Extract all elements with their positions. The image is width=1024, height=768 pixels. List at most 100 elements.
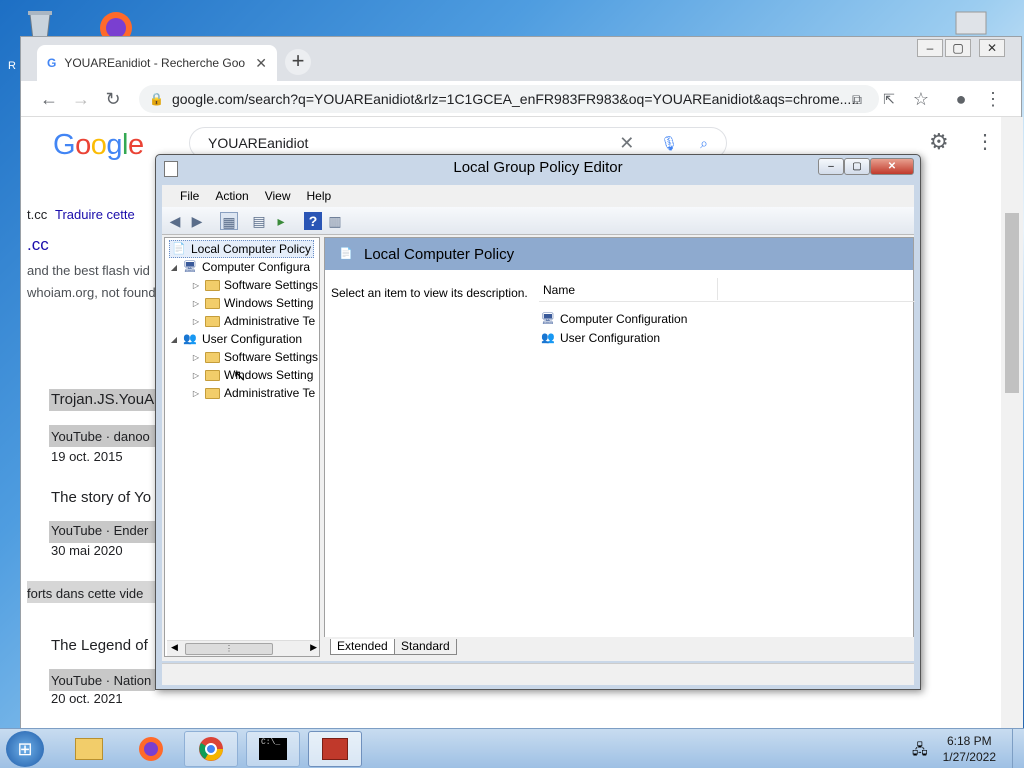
collapsed-arrow-icon[interactable]: ▷ [191,389,201,398]
menu-view[interactable]: View [257,189,299,203]
translate-link[interactable]: Traduire cette [55,207,135,222]
chrome-taskbar-icon[interactable] [184,731,238,767]
collapsed-arrow-icon[interactable]: ▷ [191,317,201,326]
tree-label: Computer Configura [202,260,311,274]
scrollbar-thumb[interactable]: ⋮ [185,643,273,655]
tree-item-user-configuration[interactable]: ◢ 👥 User Configuration [169,330,302,348]
video-meta: YouTube · Nation [51,673,152,688]
tree-root-item[interactable]: 📄 Local Computer Policy [169,240,315,258]
folder-icon [205,387,220,399]
tree-label: Software Settings [224,350,319,364]
profile-avatar-icon[interactable]: ● [949,87,973,111]
clock-time: 6:18 PM [946,734,992,748]
folder-icon [205,369,220,381]
user-icon: 👥 [183,332,197,345]
browser-tab[interactable]: G YOUAREanidiot - Recherche Goo ✕ [37,45,277,81]
help-icon[interactable]: ? [304,212,322,230]
bookmark-star-icon[interactable]: ☆ [909,87,933,111]
tab-extended[interactable]: Extended [330,639,395,655]
video-title[interactable]: The story of Yo [51,489,151,506]
collapsed-arrow-icon[interactable]: ▷ [191,299,201,308]
tree-item-software-settings[interactable]: ▷ Software Settings [191,348,318,366]
reload-icon[interactable]: ↻ [101,87,125,111]
microphone-icon[interactable]: 🎙 [660,135,678,152]
network-tray-icon[interactable]: 🖧 [912,739,928,763]
address-bar[interactable]: 🔒 google.com/search?q=YOUAREanidiot&rlz=… [139,85,879,113]
search-query: YOUAREanidiot [208,135,309,151]
list-item-computer-configuration[interactable]: 🖥 Computer Configuration [541,312,687,326]
tree-item-computer-configuration[interactable]: ◢ 🖥 Computer Configura [169,258,310,276]
column-header-name[interactable]: Name [539,278,915,302]
video-date: 20 oct. 2021 [51,691,123,706]
expanded-arrow-icon[interactable]: ◢ [169,263,179,272]
menu-kebab-icon[interactable]: ⋮ [981,87,1005,111]
page-scrollbar[interactable] [1001,117,1023,733]
scroll-right-icon[interactable]: ▶ [310,642,317,653]
result-cite[interactable]: t.cc [27,207,47,222]
settings-gear-icon[interactable]: ⚙ [929,129,949,155]
forward-icon[interactable]: ▶ [188,212,206,230]
command-prompt-icon[interactable]: C:\_ [246,731,300,767]
tree-item-administrative-templates[interactable]: ▷ Administrative Te [191,312,315,330]
policy-document-icon: 📄 [172,242,186,255]
video-title[interactable]: Trojan.JS.YouA [51,391,154,408]
clear-search-icon[interactable]: ✕ [619,133,634,154]
computer-icon: 🖥 [541,312,555,325]
export-list-icon[interactable]: ▸ [272,212,290,230]
tree-item-windows-settings[interactable]: ▷ Windows Setting [191,366,313,384]
show-desktop-button[interactable] [1012,729,1024,768]
back-icon[interactable]: ◀ [166,212,184,230]
back-icon[interactable]: ← [37,87,61,111]
start-button[interactable]: ⊞ [6,731,44,767]
apps-grid-icon[interactable]: ⋮⋮ [975,129,1001,154]
system-clock[interactable]: 6:18 PM 1/27/2022 [943,733,996,765]
tree-horizontal-scrollbar[interactable]: ◀ ⋮ ▶ [167,640,319,656]
collapsed-arrow-icon[interactable]: ▷ [191,353,201,362]
action-pane-icon[interactable]: ▥ [326,212,344,230]
details-title: Local Computer Policy [364,245,515,263]
translate-icon[interactable]: ⧉ [845,87,869,111]
menu-help[interactable]: Help [299,189,340,203]
tree-label: Windows Setting [224,296,314,310]
close-tab-icon[interactable]: ✕ [255,55,267,72]
share-icon[interactable]: ⇱ [877,87,901,111]
maximize-button[interactable]: ▢ [945,39,971,57]
gpe-toolbar: ◀ ▶ ▦ ▤ ▸ ? ▥ [162,207,914,235]
firefox-taskbar-icon[interactable] [124,731,178,767]
close-button[interactable]: ✕ [870,158,914,175]
result-title[interactable]: .cc [27,235,49,255]
google-favicon-icon: G [47,56,57,70]
google-logo[interactable]: Google [53,129,144,162]
minimize-button[interactable]: – [917,39,943,57]
group-policy-taskbar-icon[interactable] [308,731,362,767]
collapsed-arrow-icon[interactable]: ▷ [191,371,201,380]
minimize-button[interactable]: – [818,158,844,175]
show-hide-console-tree-icon[interactable]: ▦ [220,212,238,230]
menu-action[interactable]: Action [207,189,256,203]
video-date: 19 oct. 2015 [51,449,123,464]
tree-item-software-settings[interactable]: ▷ Software Settings [191,276,318,294]
scroll-left-icon[interactable]: ◀ [171,642,178,653]
properties-icon[interactable]: ▤ [250,212,268,230]
file-explorer-icon[interactable] [62,731,116,767]
new-tab-button[interactable]: + [285,49,311,75]
result-snippet: forts dans cette vide [27,586,144,601]
tab-standard[interactable]: Standard [394,639,457,655]
menu-file[interactable]: File [172,189,207,203]
video-title[interactable]: The Legend of [51,637,148,654]
status-bar [162,663,914,685]
collapsed-arrow-icon[interactable]: ▷ [191,281,201,290]
maximize-button[interactable]: ▢ [844,158,870,175]
result-snippet: whoiam.org, not found [27,285,156,300]
tree-item-administrative-templates[interactable]: ▷ Administrative Te [191,384,315,402]
close-button[interactable]: ✕ [979,39,1005,57]
window-title: Local Group Policy Editor [453,159,623,176]
expanded-arrow-icon[interactable]: ◢ [169,335,179,344]
tree-item-windows-settings[interactable]: ▷ Windows Setting [191,294,313,312]
scrollbar-thumb[interactable] [1005,213,1019,393]
details-pane: 📄 Local Computer Policy Select an item t… [324,237,915,657]
forward-icon[interactable]: → [69,87,93,111]
search-icon[interactable]: ⌕ [700,135,708,152]
list-item-user-configuration[interactable]: 👥 User Configuration [541,331,660,345]
result-snippet: and the best flash vid [27,263,150,278]
